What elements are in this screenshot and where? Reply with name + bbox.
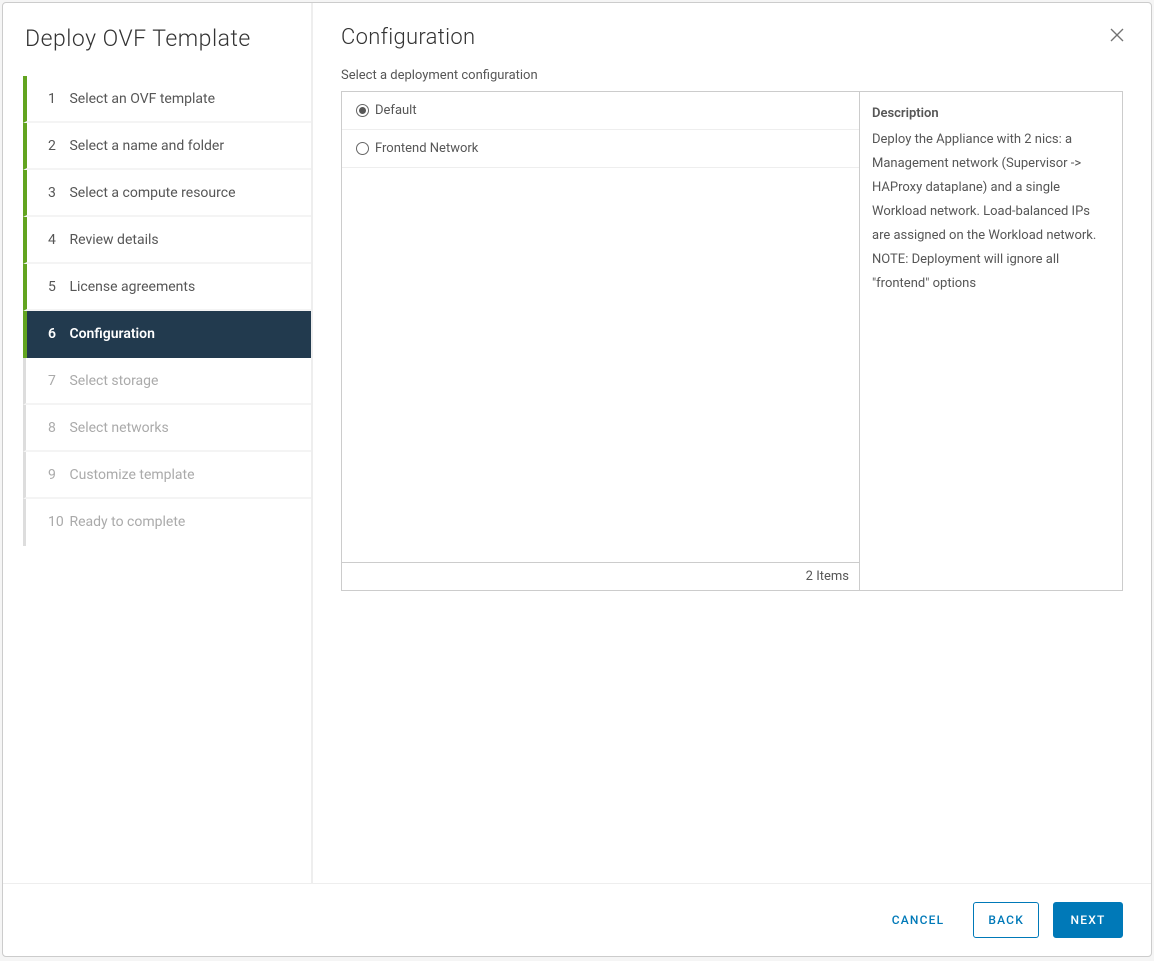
next-button[interactable]: NEXT [1053,902,1123,938]
wizard-step-5[interactable]: 5 License agreements [23,264,311,311]
wizard-step-number: 9 [48,452,64,499]
wizard-steps: 1 Select an OVF template2 Select a name … [23,76,311,546]
wizard-step-label: Select a compute resource [69,185,235,201]
wizard-step-number: 2 [48,123,64,170]
wizard-step-2[interactable]: 2 Select a name and folder [23,123,311,170]
wizard-step-4[interactable]: 4 Review details [23,217,311,264]
back-button[interactable]: BACK [973,902,1039,938]
wizard-step-number: 10 [48,499,64,546]
radio-icon [356,104,369,117]
configuration-panel: DefaultFrontend Network 2 Items Descript… [341,91,1123,591]
wizard-step-number: 4 [48,217,64,264]
close-button[interactable] [1109,27,1129,47]
configuration-option[interactable]: Frontend Network [342,130,859,168]
wizard-step-label: Customize template [69,467,194,483]
configuration-list: DefaultFrontend Network 2 Items [342,92,860,590]
cancel-button[interactable]: CANCEL [877,902,960,938]
configuration-option[interactable]: Default [342,92,859,130]
wizard-step-10: 10 Ready to complete [23,499,311,546]
configuration-option-label: Default [375,92,417,130]
wizard-step-number: 7 [48,358,64,405]
description-pane: Description Deploy the Appliance with 2 … [860,92,1122,590]
wizard-step-label: Select an OVF template [69,91,215,107]
wizard-step-number: 8 [48,405,64,452]
wizard-step-label: Configuration [69,326,154,342]
close-icon [1109,31,1125,47]
wizard-step-9: 9 Customize template [23,452,311,499]
wizard-dialog: Deploy OVF Template 1 Select an OVF temp… [2,2,1152,957]
wizard-sidebar: Deploy OVF Template 1 Select an OVF temp… [3,3,313,883]
wizard-title: Deploy OVF Template [23,25,311,52]
configuration-options: DefaultFrontend Network [342,92,859,562]
wizard-step-number: 5 [48,264,64,311]
page-title: Configuration [341,25,1123,50]
wizard-step-number: 3 [48,170,64,217]
wizard-step-label: Select networks [69,420,168,436]
main-panel: Configuration Select a deployment config… [313,3,1151,883]
wizard-step-1[interactable]: 1 Select an OVF template [23,76,311,123]
wizard-step-number: 1 [48,76,64,123]
wizard-step-number: 6 [48,311,64,358]
wizard-step-label: Select storage [69,373,158,389]
page-subtitle: Select a deployment configuration [341,68,1123,83]
wizard-step-label: Select a name and folder [69,138,224,154]
wizard-step-label: License agreements [69,279,195,295]
wizard-step-label: Ready to complete [69,514,185,530]
wizard-step-7: 7 Select storage [23,358,311,405]
wizard-footer: CANCEL BACK NEXT [3,883,1151,956]
radio-icon [356,142,369,155]
wizard-step-3[interactable]: 3 Select a compute resource [23,170,311,217]
description-body: Deploy the Appliance with 2 nics: a Mana… [872,128,1110,296]
wizard-step-8: 8 Select networks [23,405,311,452]
configuration-option-label: Frontend Network [375,130,478,168]
dialog-body: Deploy OVF Template 1 Select an OVF temp… [3,3,1151,883]
configuration-items-count: 2 Items [342,562,859,590]
description-heading: Description [872,102,1110,126]
wizard-step-6: 6 Configuration [23,311,311,358]
wizard-step-label: Review details [69,232,158,248]
